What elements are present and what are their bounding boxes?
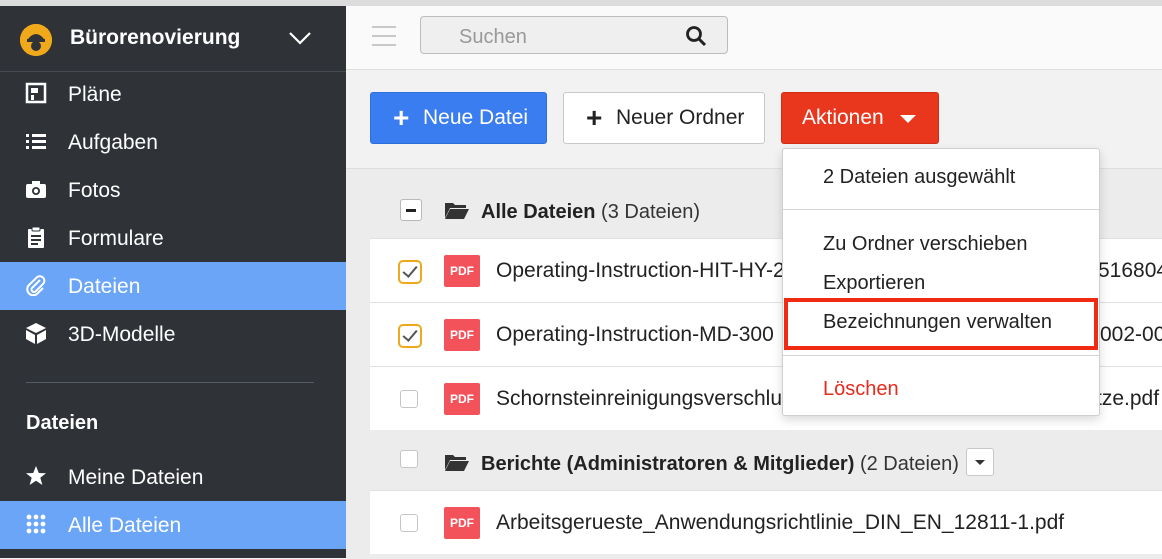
cube-icon (24, 322, 48, 346)
table-row[interactable]: PDF Arbeitsgerueste_Anwendungsrichtlinie… (370, 490, 1162, 554)
search-icon[interactable] (685, 25, 707, 47)
top-bar: Suchen (346, 0, 1162, 70)
sidebar-divider (26, 382, 314, 383)
file-name[interactable]: Operating-Instruction-HIT-HY-2 (496, 259, 785, 283)
sidebar-item-label: Fotos (68, 179, 121, 202)
new-file-button[interactable]: + Neue Datei (370, 92, 547, 144)
sidebar-item-plans[interactable]: Pläne (0, 70, 346, 118)
sidebar-item-3d-models[interactable]: 3D-Modelle (0, 310, 346, 358)
file-name-suffix: 002-00 (1100, 323, 1162, 346)
new-folder-button[interactable]: + Neuer Ordner (563, 92, 765, 144)
grid-icon (24, 513, 48, 537)
hamburger-menu-icon[interactable] (372, 26, 396, 46)
menu-divider (783, 209, 1099, 210)
search-input[interactable]: Suchen (420, 16, 728, 54)
sidebar-item-label: Meine Dateien (68, 466, 204, 489)
chevron-down-icon[interactable] (288, 30, 312, 46)
menu-item-export[interactable]: Exportieren (823, 272, 925, 295)
clipboard-icon (24, 226, 48, 250)
paperclip-icon (24, 274, 48, 298)
project-switcher[interactable]: Bürorenovierung (0, 0, 346, 72)
row-checkbox[interactable] (400, 514, 418, 532)
new-file-label: Neue Datei (423, 106, 529, 129)
project-logo-icon (20, 24, 52, 56)
plus-icon: + (586, 102, 603, 133)
sidebar-item-photos[interactable]: Fotos (0, 166, 346, 214)
star-icon (24, 465, 48, 489)
row-checkbox[interactable] (398, 260, 422, 284)
actions-button[interactable]: Aktionen (781, 92, 939, 144)
plus-icon: + (393, 102, 410, 133)
file-name-suffix: 516804 (1098, 259, 1162, 282)
sidebar-item-label: Dateien (68, 275, 141, 298)
pdf-file-icon: PDF (444, 507, 480, 539)
sidebar-item-all-files[interactable]: Alle Dateien (0, 501, 346, 549)
file-name[interactable]: Schornsteinreinigungsverschlue (496, 387, 794, 411)
folder-group-reports[interactable]: Berichte (Administratoren & Mitglieder) … (370, 436, 1162, 488)
pdf-file-icon: PDF (444, 319, 480, 351)
pdf-file-icon: PDF (444, 255, 480, 287)
highlight-box (784, 298, 1098, 350)
sidebar-item-label: Pläne (68, 83, 122, 106)
sidebar-section-title: Dateien (26, 412, 99, 434)
sidebar: Bürorenovierung Pläne Aufgaben Fotos For… (0, 0, 346, 558)
actions-label: Aktionen (802, 106, 884, 129)
sidebar-item-my-files[interactable]: Meine Dateien (0, 453, 346, 501)
select-all-checkbox[interactable] (400, 199, 422, 221)
group-title: Alle Dateien (3 Dateien) (481, 201, 700, 223)
new-folder-label: Neuer Ordner (616, 106, 745, 129)
sidebar-item-label: Aufgaben (68, 131, 158, 154)
folder-open-icon (445, 455, 469, 471)
actions-dropdown-menu: 2 Dateien ausgewählt Zu Ordner verschieb… (782, 148, 1100, 416)
row-checkbox[interactable] (398, 324, 422, 348)
sidebar-item-label: Alle Dateien (68, 514, 182, 537)
sidebar-item-tasks[interactable]: Aufgaben (0, 118, 346, 166)
camera-icon (24, 178, 48, 202)
list-icon (24, 130, 48, 154)
sidebar-item-files[interactable]: Dateien (0, 262, 346, 310)
file-name[interactable]: Arbeitsgerueste_Anwendungsrichtlinie_DIN… (496, 511, 1064, 535)
group-checkbox[interactable] (400, 450, 418, 468)
project-name: Bürorenovierung (70, 26, 241, 49)
sidebar-item-label: 3D-Modelle (68, 323, 176, 346)
group-title: Berichte (Administratoren & Mitglieder) … (481, 453, 959, 475)
sidebar-item-label: Formulare (68, 227, 164, 250)
menu-item-move[interactable]: Zu Ordner verschieben (823, 233, 1028, 256)
search-placeholder: Suchen (459, 26, 527, 48)
menu-item-delete[interactable]: Löschen (823, 378, 899, 401)
caret-down-icon (900, 115, 916, 123)
folder-open-icon (445, 203, 469, 219)
file-name[interactable]: Operating-Instruction-MD-300 (496, 323, 774, 347)
sidebar-item-forms[interactable]: Formulare (0, 214, 346, 262)
pdf-file-icon: PDF (444, 383, 480, 415)
menu-selected-info: 2 Dateien ausgewählt (823, 166, 1016, 188)
group-options-dropdown[interactable] (966, 448, 994, 476)
file-name-suffix: tze.pdf (1096, 387, 1160, 410)
plans-icon (24, 82, 48, 106)
row-checkbox[interactable] (400, 390, 418, 408)
menu-divider (783, 355, 1099, 356)
